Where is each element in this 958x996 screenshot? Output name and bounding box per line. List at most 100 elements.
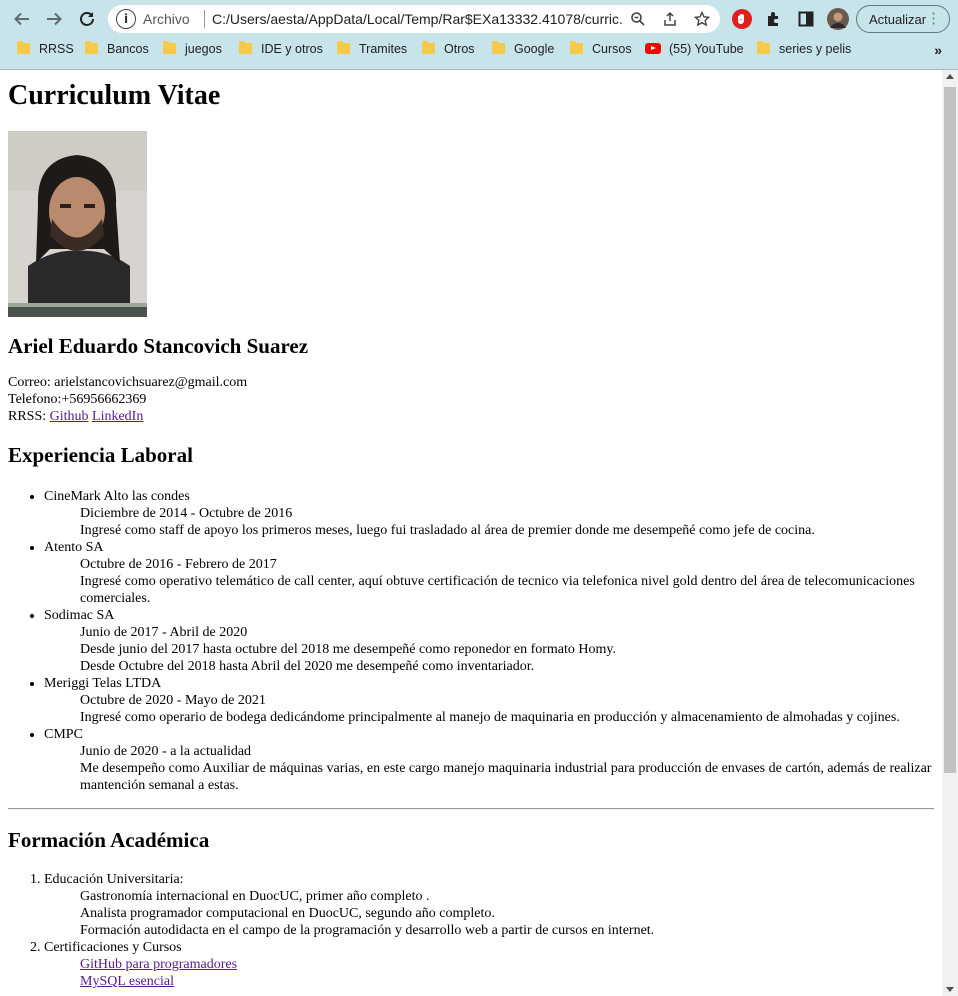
education-line: Analista programador computacional en Du… xyxy=(80,906,495,921)
page-viewport: Curriculum Vitae Ariel Eduardo Stancovic… xyxy=(0,70,942,996)
education-list: Educación Universitaria: Gastronomía int… xyxy=(8,871,934,990)
education-label: Certificaciones y Cursos xyxy=(44,940,182,955)
job-company: CineMark Alto las condes xyxy=(44,489,190,504)
omnibox-divider xyxy=(204,10,205,28)
zoom-icon[interactable] xyxy=(628,9,648,29)
vertical-scrollbar[interactable] xyxy=(942,70,958,996)
forward-button[interactable] xyxy=(42,7,66,31)
job-period: Diciembre de 2014 - Octubre de 2016 xyxy=(80,506,293,521)
scroll-down-arrow-icon[interactable] xyxy=(946,987,954,992)
bookmark-label: series y pelis xyxy=(779,42,852,56)
bookmark-bancos[interactable]: Bancos xyxy=(85,41,149,60)
info-icon[interactable]: i xyxy=(116,9,136,29)
experience-heading: Experiencia Laboral xyxy=(8,443,193,467)
address-bar[interactable]: i Archivo C:/Users/aesta/AppData/Local/T… xyxy=(108,5,720,33)
job-description: Desde Octubre del 2018 hasta Abril del 2… xyxy=(80,659,535,674)
job-period: Junio de 2017 - Abril de 2020 xyxy=(80,625,248,640)
job-company: Atento SA xyxy=(44,540,104,555)
folder-icon xyxy=(337,41,350,54)
job-item: CMPC Junio de 2020 - a la actualidad Me … xyxy=(44,726,934,794)
bookmark-google[interactable]: Google xyxy=(492,41,555,60)
job-company: Meriggi Telas LTDA xyxy=(44,676,162,691)
education-label: Educación Universitaria: xyxy=(44,872,184,887)
url-text[interactable]: C:/Users/aesta/AppData/Local/Temp/Rar$EX… xyxy=(212,11,624,27)
folder-icon xyxy=(85,41,98,54)
back-button[interactable] xyxy=(10,7,34,31)
bookmark-rrss[interactable]: RRSS xyxy=(17,41,74,60)
bookmark-youtube[interactable]: (55) YouTube xyxy=(645,42,744,60)
profile-photo xyxy=(8,131,147,317)
job-description: Ingresé como operario de bodega dedicánd… xyxy=(80,710,900,725)
adblock-icon[interactable] xyxy=(730,7,754,31)
job-description: Ingresé como operativo telemático de cal… xyxy=(80,574,915,606)
contact-info: Correo: arielstancovichsuarez@gmail.com … xyxy=(8,374,934,425)
reload-button[interactable] xyxy=(75,7,99,31)
bookmark-label: juegos xyxy=(185,42,222,56)
github-link[interactable]: Github xyxy=(50,409,89,424)
share-icon[interactable] xyxy=(660,9,680,29)
cert-entry: GitHub para programadores xyxy=(44,956,934,973)
education-line: Gastronomía internacional en DuocUC, pri… xyxy=(80,889,430,904)
avatar[interactable] xyxy=(826,7,850,31)
section-divider xyxy=(8,808,934,810)
education-heading: Formación Académica xyxy=(8,828,210,852)
bookmarks-bar: RRSS Bancos juegos IDE y otros Tramites … xyxy=(0,38,958,64)
job-description: Ingresé como staff de apoyo los primeros… xyxy=(80,523,815,538)
job-item: Sodimac SA Junio de 2017 - Abril de 2020… xyxy=(44,607,934,675)
folder-icon xyxy=(163,41,176,54)
bookmark-label: Bancos xyxy=(107,42,149,56)
phone-text: Telefono:+56956662369 xyxy=(8,392,147,407)
bookmark-tramites[interactable]: Tramites xyxy=(337,41,408,60)
cert-link[interactable]: MySQL esencial xyxy=(80,974,174,989)
linkedin-link[interactable]: LinkedIn xyxy=(92,409,143,424)
bookmark-label: RRSS xyxy=(39,42,74,56)
arrow-left-icon xyxy=(14,12,29,26)
job-company: Sodimac SA xyxy=(44,608,115,623)
education-item: Educación Universitaria: Gastronomía int… xyxy=(44,871,934,939)
bookmark-label: Tramites xyxy=(359,42,408,56)
folder-icon xyxy=(492,41,505,54)
page-title: Curriculum Vitae xyxy=(8,80,221,111)
folder-icon xyxy=(239,41,252,54)
update-label: Actualizar xyxy=(869,12,927,27)
bookmark-label: (55) YouTube xyxy=(669,42,744,56)
update-button[interactable]: Actualizar ⋮ xyxy=(856,5,950,33)
rrss-label: RRSS: xyxy=(8,409,47,424)
bookmark-label: IDE y otros xyxy=(261,42,323,56)
job-description: Desde junio del 2017 hasta octubre del 2… xyxy=(80,642,616,657)
bookmark-cursos[interactable]: Cursos xyxy=(570,41,632,60)
cert-link[interactable]: GitHub para programadores xyxy=(80,957,237,972)
folder-icon xyxy=(17,41,30,54)
browser-toolbar: i Archivo C:/Users/aesta/AppData/Local/T… xyxy=(0,0,958,38)
side-panel-icon[interactable] xyxy=(794,7,818,31)
job-period: Octubre de 2016 - Febrero de 2017 xyxy=(80,557,277,572)
job-item: Meriggi Telas LTDA Octubre de 2020 - May… xyxy=(44,675,934,726)
scroll-up-arrow-icon[interactable] xyxy=(946,74,954,79)
bookmark-label: Google xyxy=(514,42,555,56)
job-item: CineMark Alto las condes Diciembre de 20… xyxy=(44,488,934,539)
bookmark-juegos[interactable]: juegos xyxy=(163,41,222,60)
bookmark-series[interactable]: series y pelis xyxy=(757,41,852,60)
job-description: Me desempeño como Auxiliar de máquinas v… xyxy=(80,761,932,793)
bookmark-ide[interactable]: IDE y otros xyxy=(239,41,323,60)
more-vert-icon: ⋮ xyxy=(926,10,941,27)
folder-icon xyxy=(570,41,583,54)
folder-icon xyxy=(422,41,435,54)
scheme-label: Archivo xyxy=(143,11,190,27)
browser-chrome: i Archivo C:/Users/aesta/AppData/Local/T… xyxy=(0,0,958,70)
extensions-icon[interactable] xyxy=(762,7,786,31)
social-links: RRSS: Github LinkedIn xyxy=(8,408,934,425)
bookmarks-overflow-button[interactable]: » xyxy=(934,42,942,58)
bookmark-otros[interactable]: Otros xyxy=(422,41,475,60)
education-item: Certificaciones y Cursos GitHub para pro… xyxy=(44,939,934,990)
star-icon[interactable] xyxy=(692,9,712,29)
cv-document: Curriculum Vitae Ariel Eduardo Stancovic… xyxy=(0,80,942,990)
job-company: CMPC xyxy=(44,727,83,742)
jobs-list: CineMark Alto las condes Diciembre de 20… xyxy=(8,488,934,794)
cert-entry: MySQL esencial xyxy=(44,973,934,990)
education-line: Formación autodidacta en el campo de la … xyxy=(80,923,655,938)
job-period: Junio de 2020 - a la actualidad xyxy=(80,744,252,759)
bookmark-label: Otros xyxy=(444,42,475,56)
scrollbar-thumb[interactable] xyxy=(944,87,956,773)
bookmark-label: Cursos xyxy=(592,42,632,56)
